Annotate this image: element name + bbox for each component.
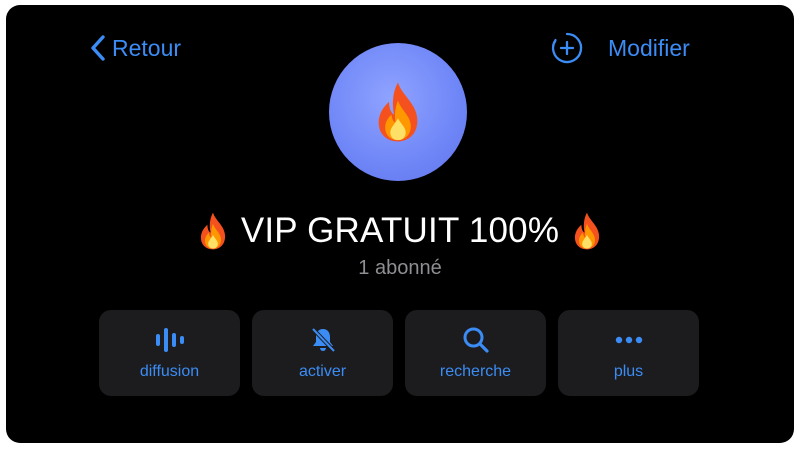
add-icon[interactable] [550, 31, 584, 65]
unmute-button[interactable]: activer [252, 310, 393, 396]
search-label: recherche [439, 363, 512, 380]
fire-icon [571, 211, 603, 251]
more-label: plus [613, 363, 644, 380]
channel-avatar[interactable] [329, 43, 467, 181]
channel-title-row: VIP GRATUIT 100% [6, 208, 794, 254]
broadcast-label: diffusion [139, 363, 200, 380]
back-label: Retour [112, 34, 182, 61]
action-buttons: diffusion activer recherche plus [99, 310, 699, 396]
search-icon [463, 327, 489, 353]
fire-icon [197, 211, 229, 251]
broadcast-button[interactable]: diffusion [99, 310, 240, 396]
back-button[interactable]: Retour [90, 31, 181, 65]
subscriber-count: 1 abonné [358, 257, 442, 279]
edit-button[interactable]: Modifier [608, 31, 690, 65]
more-button[interactable]: plus [558, 310, 699, 396]
channel-title: VIP GRATUIT 100% [240, 211, 560, 250]
broadcast-waveform-icon [155, 328, 184, 352]
fire-icon [372, 80, 424, 144]
more-dots-icon [615, 336, 642, 344]
bell-muted-icon [311, 327, 335, 353]
unmute-label: activer [298, 363, 347, 380]
channel-info-screen: Retour Modifier VIP GRATUIT 100% 1 abonn… [6, 5, 794, 443]
chevron-left-icon [91, 35, 105, 61]
search-button[interactable]: recherche [405, 310, 546, 396]
